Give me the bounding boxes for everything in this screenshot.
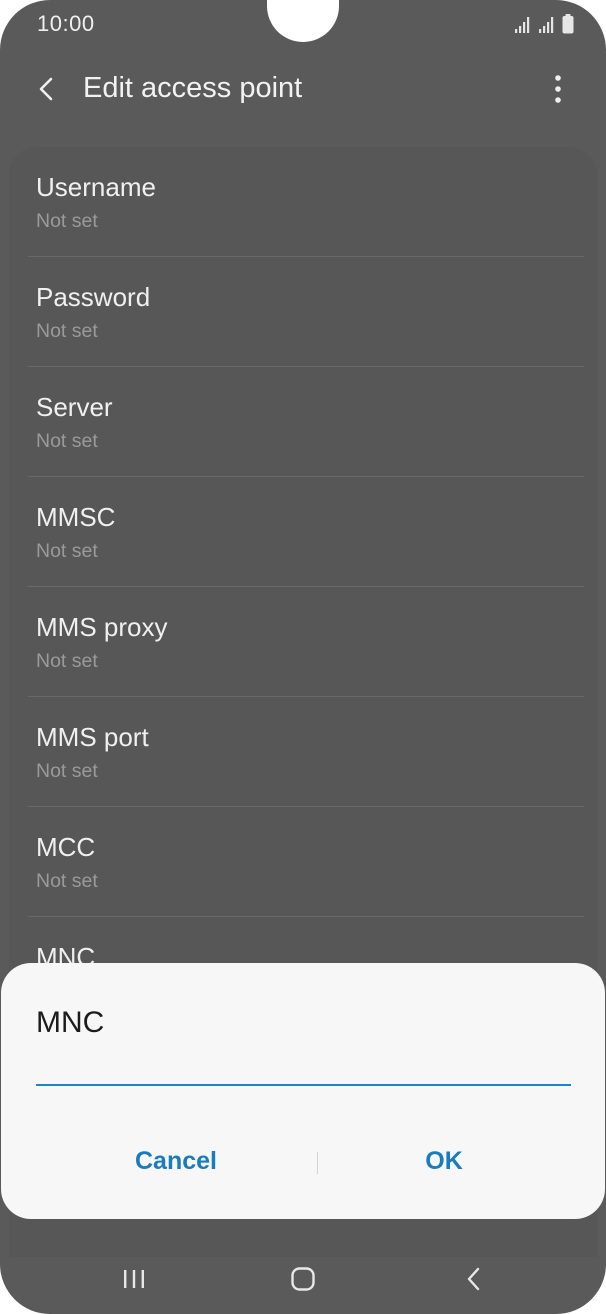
mnc-dialog: MNC Cancel OK	[1, 963, 605, 1219]
recents-icon[interactable]	[114, 1265, 154, 1293]
status-bar: 10:00	[0, 0, 606, 50]
list-item-value: Not set	[36, 320, 98, 342]
page-title: Edit access point	[83, 72, 303, 104]
list-item-value: Not set	[36, 540, 98, 562]
button-divider	[317, 1152, 318, 1174]
list-item-mcc[interactable]: MCC Not set	[28, 807, 584, 917]
app-bar: Edit access point	[0, 58, 606, 122]
more-vertical-icon[interactable]	[542, 72, 574, 106]
list-item-password[interactable]: Password Not set	[28, 257, 584, 367]
list-item-server[interactable]: Server Not set	[28, 367, 584, 477]
home-icon[interactable]	[283, 1265, 323, 1293]
list-item-title: MCC	[36, 832, 96, 862]
status-time: 10:00	[37, 11, 95, 36]
list-item-value: Not set	[36, 760, 98, 782]
list-item-value: Not set	[36, 870, 98, 892]
mnc-input[interactable]	[35, 1064, 570, 1088]
list-item-mms-proxy[interactable]: MMS proxy Not set	[28, 587, 584, 697]
camera-notch	[267, 0, 339, 42]
signal-icon	[515, 17, 530, 33]
list-item-value: Not set	[36, 430, 98, 452]
list-item-title: Username	[36, 172, 156, 202]
list-item-value: Not set	[36, 210, 98, 232]
dialog-title: MNC	[36, 1006, 105, 1039]
list-item-mms-port[interactable]: MMS port Not set	[28, 697, 584, 807]
cancel-button[interactable]: Cancel	[101, 1147, 251, 1183]
ok-button[interactable]: OK	[369, 1147, 519, 1183]
list-item-value: Not set	[36, 650, 98, 672]
list-item-username[interactable]: Username Not set	[28, 147, 584, 257]
back-arrow-icon[interactable]	[30, 72, 64, 106]
list-item-title: MMSC	[36, 502, 116, 532]
status-icons	[514, 12, 574, 34]
list-item-title: Server	[36, 392, 113, 422]
list-item-title: Password	[36, 282, 151, 312]
battery-icon	[562, 14, 574, 34]
navigation-bar	[0, 1243, 606, 1314]
list-item-title: MMS port	[36, 722, 149, 752]
list-item-mmsc[interactable]: MMSC Not set	[28, 477, 584, 587]
list-item-title: MMS proxy	[36, 612, 168, 642]
signal-icon	[539, 17, 554, 33]
back-icon[interactable]	[454, 1265, 494, 1293]
